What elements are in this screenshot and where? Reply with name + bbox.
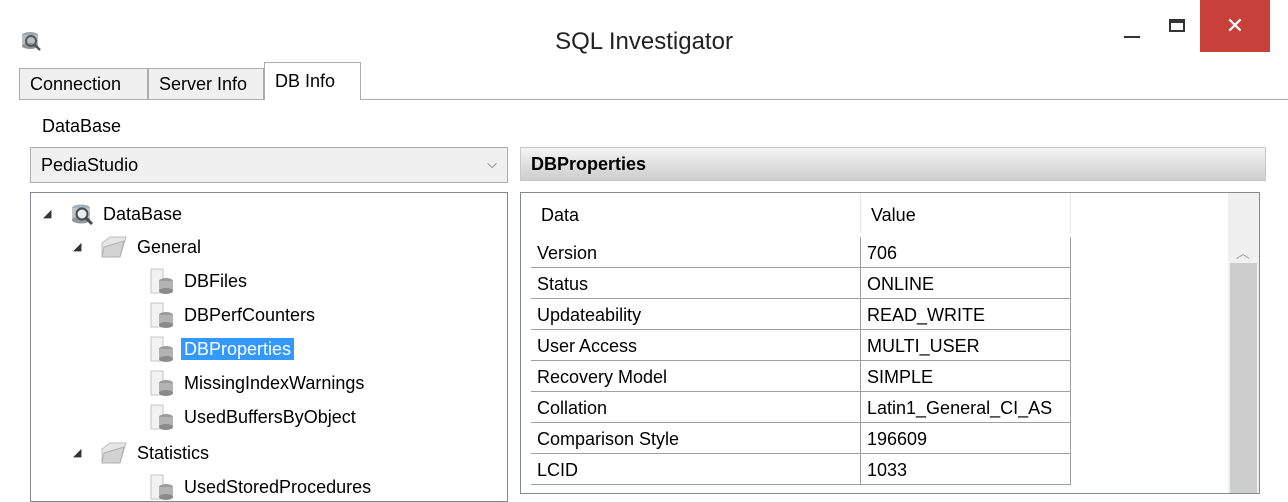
cell-value[interactable]: 706 (861, 237, 1071, 268)
cell-data[interactable]: Updateability (531, 299, 861, 330)
cell-value[interactable]: READ_WRITE (861, 299, 1071, 330)
window-title: SQL Investigator (555, 28, 733, 55)
database-icon (150, 404, 173, 431)
tree-item-dbproperties[interactable]: DBProperties (149, 333, 295, 363)
tree-label-database: DataBase (103, 204, 183, 225)
minimize-button[interactable] (1110, 8, 1150, 48)
tree-label-partial: UsedStoredProcedures (184, 477, 372, 498)
cell-data[interactable]: Status (531, 268, 861, 299)
tree-item-usedbuffersbyobject[interactable]: UsedBuffersByObject (149, 401, 359, 431)
collapse-triangle-icon[interactable]: ◢ (43, 199, 51, 229)
folder-icon (101, 442, 127, 464)
table-row[interactable]: Comparison Style 196609 (531, 423, 1259, 454)
panel-header: DBProperties (520, 147, 1266, 181)
table-row[interactable]: Version 706 (531, 237, 1259, 268)
folder-icon (101, 236, 127, 258)
tab-strip: Connection Server Info DB Info (19, 62, 1288, 100)
cell-value[interactable]: 196609 (861, 423, 1071, 454)
properties-grid[interactable]: Data Value Version 706 Status ONLINE Upd… (520, 192, 1260, 494)
database-label: DataBase (42, 116, 122, 136)
table-row[interactable]: Status ONLINE (531, 268, 1259, 299)
database-icon (150, 336, 173, 363)
tree-label-general: General (137, 237, 202, 258)
panel-title: DBProperties (531, 154, 647, 174)
scrollbar-thumb[interactable] (1230, 263, 1257, 493)
tab-db-info[interactable]: DB Info (264, 62, 361, 100)
cell-data[interactable]: Recovery Model (531, 361, 861, 392)
title-bar: SQL Investigator ✕ (0, 0, 1288, 62)
table-row[interactable]: Collation Latin1_General_CI_AS (531, 392, 1259, 423)
column-header-value[interactable]: Value (861, 193, 1071, 233)
tree-label-dbproperties: DBProperties (181, 338, 295, 361)
cell-value[interactable]: ONLINE (861, 268, 1071, 299)
cell-value[interactable]: Latin1_General_CI_AS (861, 392, 1071, 423)
tree-item-dbperfcounters[interactable]: DBPerfCounters (149, 299, 318, 329)
database-icon (150, 370, 173, 397)
tree-label-missingindexwarnings: MissingIndexWarnings (184, 373, 365, 394)
collapse-triangle-icon[interactable]: ◢ (73, 438, 81, 468)
cell-data[interactable]: LCID (531, 454, 861, 485)
maximize-button[interactable] (1157, 8, 1197, 48)
tree-node-statistics[interactable]: ◢ Statistics (73, 437, 212, 467)
tab-divider (19, 99, 1288, 100)
table-row[interactable]: Recovery Model SIMPLE (531, 361, 1259, 392)
tree-item-partial[interactable]: UsedStoredProcedures (149, 471, 374, 501)
chevron-down-icon[interactable]: ⌵ (487, 156, 497, 172)
tree-label-statistics: Statistics (137, 443, 210, 464)
scroll-up-icon[interactable]: ︿ (1236, 243, 1250, 263)
cell-value[interactable]: SIMPLE (861, 361, 1071, 392)
cell-data[interactable]: Version (531, 237, 861, 268)
database-icon (150, 474, 173, 501)
cell-data[interactable]: User Access (531, 330, 861, 361)
database-icon (150, 302, 173, 329)
cell-data[interactable]: Comparison Style (531, 423, 861, 454)
tree-item-missingindexwarnings[interactable]: MissingIndexWarnings (149, 367, 367, 397)
database-search-icon (72, 204, 94, 226)
tree-node-database[interactable]: ◢ DataBase (43, 198, 185, 228)
table-row[interactable]: User Access MULTI_USER (531, 330, 1259, 361)
vertical-scrollbar[interactable]: ︿ (1228, 193, 1259, 493)
cell-data[interactable]: Collation (531, 392, 861, 423)
tree-item-dbfiles[interactable]: DBFiles (149, 265, 250, 295)
database-select-value: PediaStudio (41, 155, 139, 175)
tree-label-dbperfcounters: DBPerfCounters (184, 305, 316, 326)
cell-value[interactable]: 1033 (861, 454, 1071, 485)
tree-label-usedbuffersbyobject: UsedBuffersByObject (184, 407, 356, 428)
table-row[interactable]: Updateability READ_WRITE (531, 299, 1259, 330)
database-icon (150, 268, 173, 295)
object-tree[interactable]: ◢ DataBase ◢ General DBFiles DBPerfCount… (30, 192, 508, 502)
tree-label-dbfiles: DBFiles (184, 271, 248, 292)
tab-server-info[interactable]: Server Info (148, 68, 264, 99)
close-button[interactable]: ✕ (1200, 0, 1270, 52)
column-header-data[interactable]: Data (531, 193, 861, 233)
collapse-triangle-icon[interactable]: ◢ (73, 232, 81, 262)
table-row[interactable]: LCID 1033 (531, 454, 1259, 485)
tab-connection[interactable]: Connection (19, 68, 148, 99)
cell-value[interactable]: MULTI_USER (861, 330, 1071, 361)
tree-node-general[interactable]: ◢ General (73, 231, 204, 261)
database-select[interactable]: PediaStudio ⌵ (30, 147, 508, 183)
